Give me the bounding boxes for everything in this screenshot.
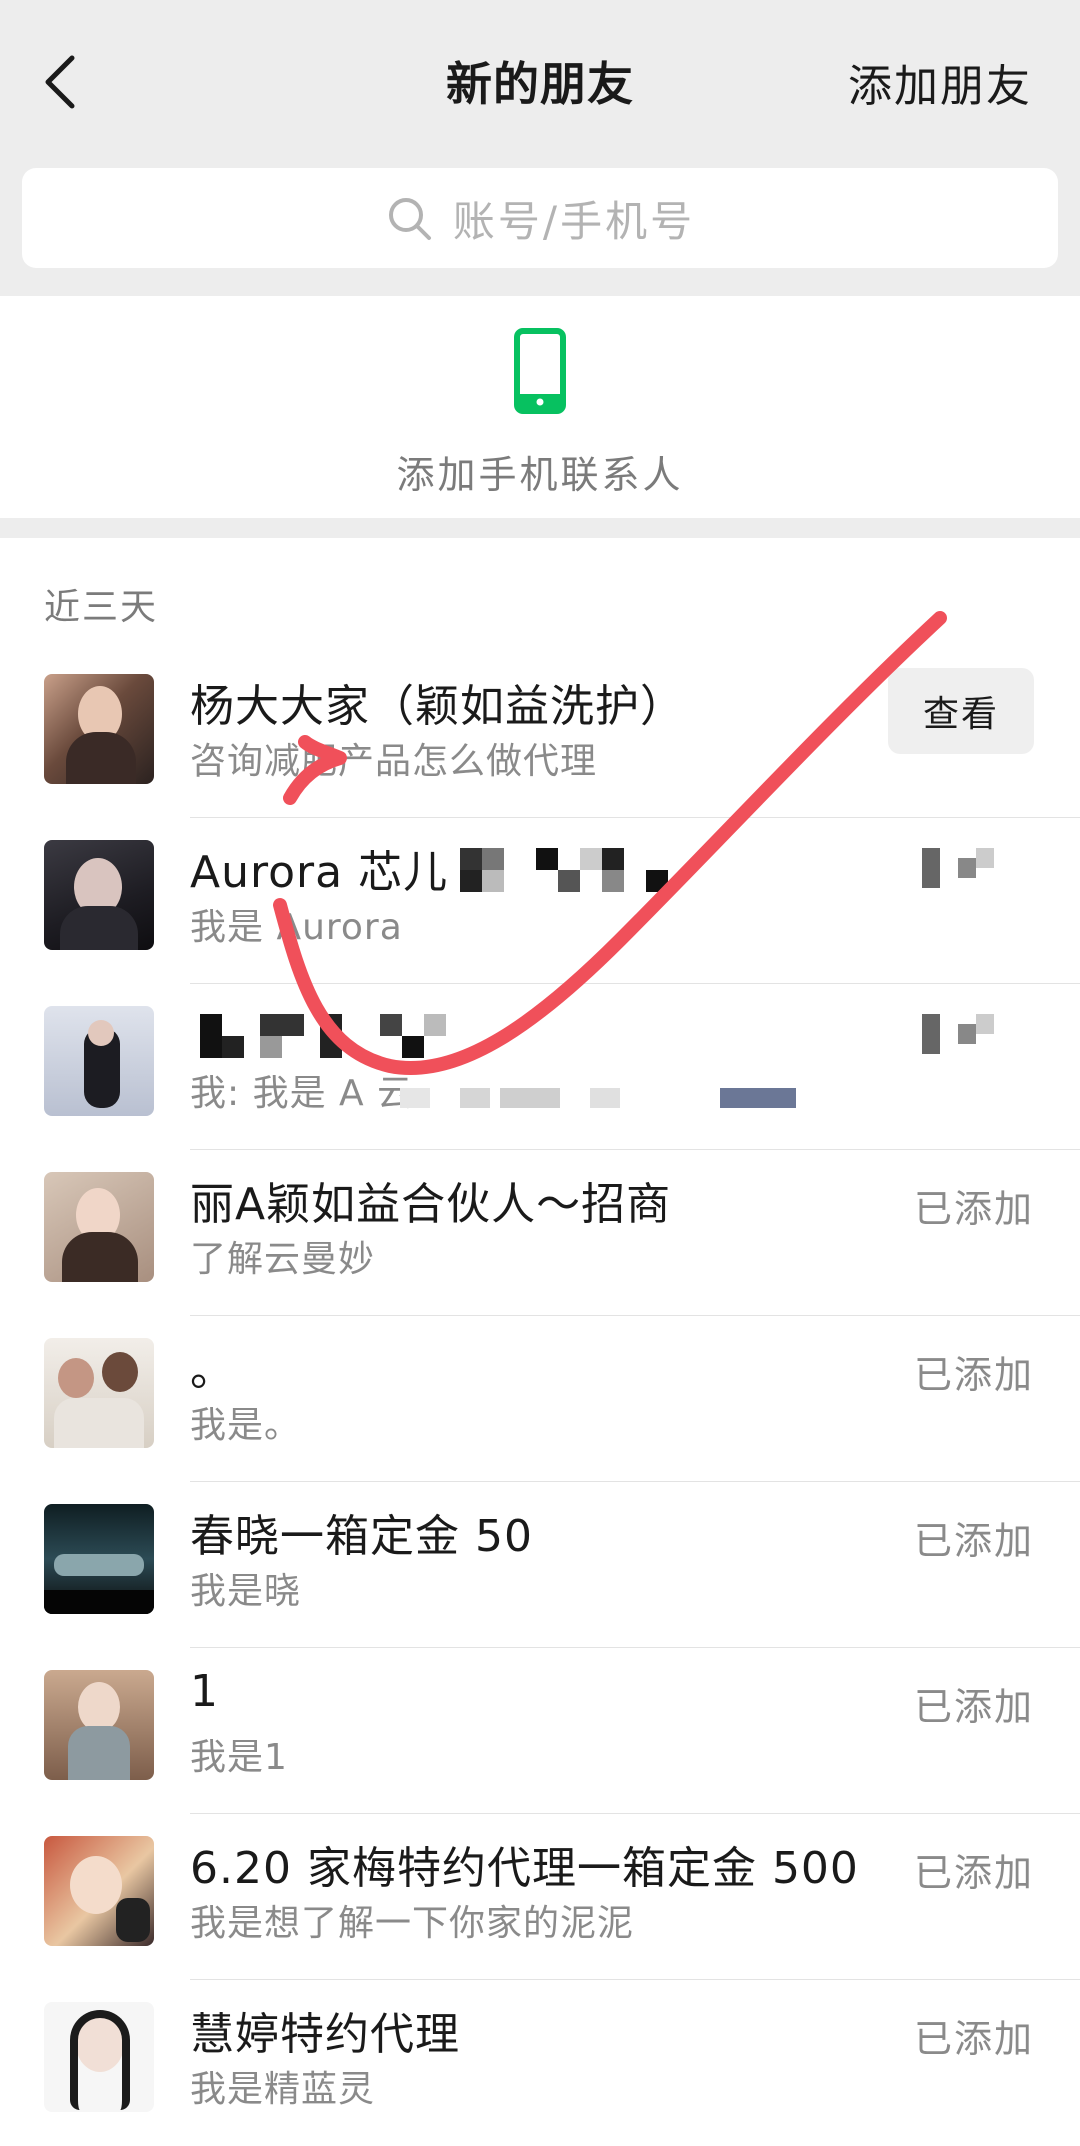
friend-name: Aurora 芯儿 bbox=[190, 847, 449, 898]
friend-message: 咨询减肥产品怎么做代理 bbox=[190, 741, 598, 782]
added-status: 已添加 bbox=[913, 2017, 1034, 2061]
friend-row[interactable]: Aurora 芯儿 我是 Aurora bbox=[0, 818, 1080, 984]
friend-name: 丽A颖如益合伙人～招商 bbox=[190, 1179, 672, 1230]
friend-name: 6.20 家梅特约代理一箱定金 500 bbox=[190, 1843, 859, 1894]
add-phone-contacts[interactable]: 添加手机联系人 bbox=[0, 296, 1080, 518]
pixelated-redaction bbox=[200, 1014, 460, 1058]
top-bar: 新的朋友 添加朋友 账号/手机号 bbox=[0, 0, 1080, 296]
friend-row[interactable]: 6.20 家梅特约代理一箱定金 500 我是想了解一下你家的泥泥 已添加 bbox=[0, 1814, 1080, 1980]
friend-message: 了解云曼妙 bbox=[190, 1239, 376, 1280]
pixelated-redaction bbox=[922, 1014, 1012, 1054]
friend-name: 慧婷特约代理 bbox=[190, 2009, 460, 2060]
added-status: 已添加 bbox=[913, 1851, 1034, 1895]
friend-name: 杨大大家（颖如益洗护） bbox=[190, 681, 685, 732]
avatar bbox=[44, 1670, 154, 1780]
add-friend-button[interactable]: 添加朋友 bbox=[848, 50, 1032, 114]
friend-row[interactable]: 慧婷特约代理 我是精蓝灵 已添加 bbox=[0, 1980, 1080, 2146]
friend-row[interactable]: 。 我是。 已添加 bbox=[0, 1316, 1080, 1482]
friend-name: 1 bbox=[190, 1666, 219, 1717]
added-status: 已添加 bbox=[913, 1353, 1034, 1397]
avatar bbox=[44, 1172, 154, 1282]
phone-icon bbox=[514, 328, 566, 414]
pixelated-redaction bbox=[922, 848, 1012, 888]
pixelated-redaction bbox=[400, 1088, 800, 1110]
friend-message: 我是。 bbox=[190, 1405, 302, 1446]
avatar bbox=[44, 1338, 154, 1448]
avatar bbox=[44, 2002, 154, 2112]
friend-message: 我是 Aurora bbox=[190, 907, 403, 948]
friend-row[interactable]: 春晓一箱定金 50 我是晓 已添加 bbox=[0, 1482, 1080, 1648]
friend-message: 我是精蓝灵 bbox=[190, 2069, 376, 2110]
friend-row[interactable]: 丽A颖如益合伙人～招商 了解云曼妙 已添加 bbox=[0, 1150, 1080, 1316]
pixelated-redaction bbox=[460, 848, 700, 908]
avatar bbox=[44, 674, 154, 784]
friend-row[interactable]: 1 我是1 已添加 bbox=[0, 1648, 1080, 1814]
add-phone-contacts-label: 添加手机联系人 bbox=[396, 453, 684, 497]
avatar bbox=[44, 1006, 154, 1116]
search-input[interactable]: 账号/手机号 bbox=[22, 168, 1058, 268]
search-icon bbox=[388, 198, 431, 240]
added-status: 已添加 bbox=[913, 1685, 1034, 1729]
section-label-recent: 近三天 bbox=[44, 587, 159, 628]
section-gap bbox=[0, 518, 1080, 538]
friend-message: 我是想了解一下你家的泥泥 bbox=[190, 1903, 635, 1944]
avatar bbox=[44, 1836, 154, 1946]
friend-message: 我是1 bbox=[190, 1737, 288, 1778]
avatar bbox=[44, 1504, 154, 1614]
added-status: 已添加 bbox=[913, 1519, 1034, 1563]
friend-name: 。 bbox=[190, 1345, 235, 1396]
friend-row[interactable]: 杨大大家（颖如益洗护） 咨询减肥产品怎么做代理 查看 bbox=[0, 652, 1080, 818]
friend-message: 我: 我是 A 云 bbox=[190, 1073, 415, 1114]
added-status: 已添加 bbox=[913, 1187, 1034, 1231]
friend-row[interactable]: 我: 我是 A 云 bbox=[0, 984, 1080, 1150]
view-button[interactable]: 查看 bbox=[888, 668, 1034, 754]
avatar bbox=[44, 840, 154, 950]
friend-name: 春晓一箱定金 50 bbox=[190, 1511, 533, 1562]
friend-message: 我是晓 bbox=[190, 1571, 302, 1612]
search-placeholder: 账号/手机号 bbox=[452, 196, 696, 246]
